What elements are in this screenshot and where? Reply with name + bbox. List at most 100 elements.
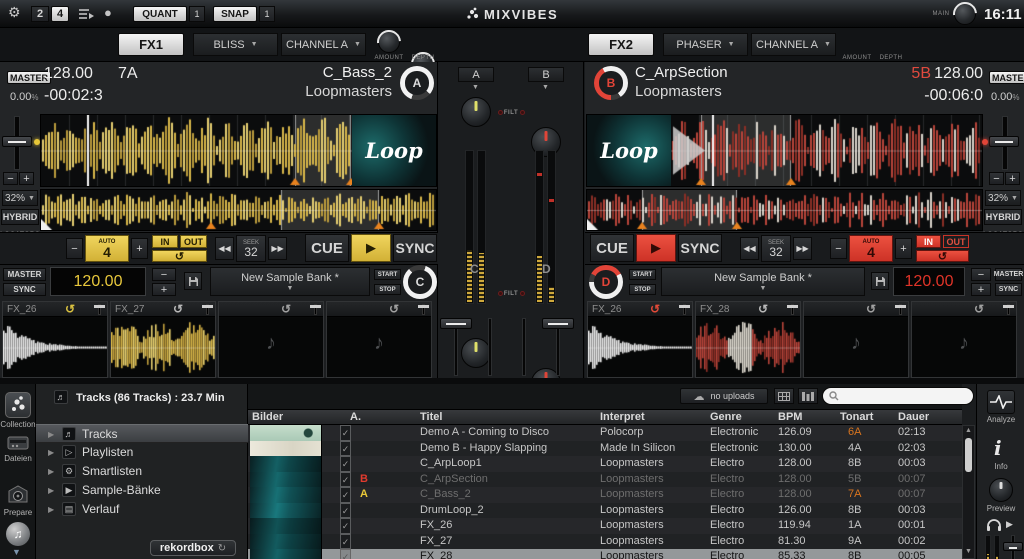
phrase-2-button[interactable]: 2 (31, 6, 49, 22)
deck-a-seek-back-button[interactable]: ◀◀ (215, 237, 234, 260)
preview-fader-handle[interactable] (1003, 542, 1023, 551)
volume-fader-track-2[interactable] (488, 318, 492, 376)
fx2-effect-select[interactable]: PHASER▼ (663, 33, 748, 56)
info-icon[interactable]: i (994, 436, 1002, 460)
deck-b-sync-button[interactable]: SYNC (678, 234, 722, 262)
preview-volume-knob[interactable] (989, 478, 1013, 502)
pad-waveform[interactable] (111, 318, 215, 377)
column-header-bpm[interactable]: BPM (778, 410, 802, 425)
volume-fader-handle-4[interactable] (542, 318, 574, 329)
deck-a-pitch-minus-button[interactable]: − (3, 172, 18, 185)
deck-b-loop-plus-button[interactable]: + (895, 238, 912, 259)
mixer-filter-knob-c[interactable] (461, 338, 491, 368)
table-row[interactable]: ✓FX_28LoopmastersElectro85.338B00:05 (248, 549, 962, 559)
sampler-d-start-button[interactable]: START (629, 269, 656, 280)
sampler-d-bpm-plus-button[interactable]: + (971, 283, 991, 296)
fx2-button[interactable]: FX2 (588, 33, 654, 56)
pad-loop-icon[interactable]: ↺ (281, 302, 291, 316)
analyze-button[interactable] (987, 390, 1015, 414)
table-row[interactable]: ✓Demo A - Coming to DiscoPolocorpElectro… (248, 425, 962, 441)
column-header-dauer[interactable]: Dauer (898, 410, 929, 425)
sampler-d-bpm-minus-button[interactable]: − (971, 268, 991, 281)
track-checkbox[interactable]: ✓ (340, 441, 351, 457)
deck-a-waveform-overview[interactable] (40, 189, 437, 231)
sampler-c-bpm-plus-button[interactable]: + (152, 283, 176, 296)
sampler-d-bpm-display[interactable]: 120.00 (893, 267, 965, 296)
table-row[interactable]: ✓FX_26LoopmastersElectro119.941A00:01 (248, 518, 962, 534)
pad-loop-icon[interactable]: ↺ (650, 302, 660, 316)
deck-a-pitch-slider-handle[interactable] (2, 136, 32, 147)
deck-b-cue-button[interactable]: CUE (590, 234, 634, 262)
sampler-c-bpm-display[interactable]: 120.00 (50, 267, 146, 296)
sidebar-item-playlisten[interactable]: ▶▷Playlisten (36, 443, 248, 462)
column-header-a[interactable]: A. (350, 410, 361, 425)
column-header-interpret[interactable]: Interpret (600, 410, 645, 425)
sampler-c-pad-1[interactable]: FX_26↺ (2, 301, 108, 378)
pad-volume-handle[interactable] (94, 305, 105, 308)
column-header-tonart[interactable]: Tonart (840, 410, 873, 425)
column-header-bilder[interactable]: Bilder (252, 410, 283, 425)
sampler-d-pad-2[interactable]: FX_28↺ (695, 301, 801, 378)
deck-a-seek-fwd-button[interactable]: ▶▶ (268, 237, 287, 260)
sampler-c-pad-2[interactable]: FX_27↺ (110, 301, 216, 378)
sampler-c-save-button[interactable] (184, 272, 202, 290)
pad-volume-handle[interactable] (679, 305, 690, 308)
quant-value[interactable]: 1 (189, 6, 205, 22)
mixer-channel-b-select[interactable]: B (528, 67, 564, 82)
grid-view-button[interactable] (774, 388, 794, 404)
deck-b-mode-button[interactable]: HYBRID (984, 209, 1022, 225)
pad-volume-handle[interactable] (787, 305, 798, 308)
deck-a-autoloop-button[interactable]: AUTO 4 (85, 235, 129, 262)
fx1-effect-select[interactable]: BLISS▼ (193, 33, 278, 56)
pad-volume-handle[interactable] (1003, 305, 1014, 308)
sampler-d-stop-button[interactable]: STOP (629, 284, 656, 295)
sampler-c-badge[interactable]: C (403, 265, 437, 299)
rekordbox-button[interactable]: rekordbox ↻ (150, 540, 236, 556)
track-checkbox[interactable]: ✓ (340, 534, 351, 550)
track-checkbox[interactable]: ✓ (340, 472, 351, 488)
pad-loop-icon[interactable]: ↺ (173, 302, 183, 316)
deck-b-loop-toggle-button[interactable]: ↺ (916, 250, 969, 262)
scroll-down-icon[interactable]: ▼ (965, 548, 972, 555)
pad-volume-handle[interactable] (310, 305, 321, 308)
sampler-c-pad-4[interactable]: ↺♪ (326, 301, 432, 378)
mixer-filter-knob-a[interactable] (461, 97, 491, 127)
table-row[interactable]: ✓FX_27LoopmastersElectro81.309A00:02 (248, 534, 962, 550)
pad-loop-icon[interactable]: ↺ (65, 302, 75, 316)
main-volume-knob[interactable] (954, 3, 976, 25)
sampler-d-sync-button[interactable]: SYNC (995, 283, 1022, 296)
deck-a-mode-button[interactable]: HYBRID (1, 209, 39, 225)
pad-waveform[interactable] (696, 318, 800, 377)
list-view-button[interactable] (798, 388, 818, 404)
pad-loop-icon[interactable]: ↺ (758, 302, 768, 316)
track-checkbox[interactable]: ✓ (340, 425, 351, 441)
sidebar-item-verlauf[interactable]: ▶▤Verlauf (36, 500, 248, 519)
snap-button[interactable]: SNAP (213, 6, 257, 22)
deck-a-loop-in-button[interactable]: IN (152, 235, 178, 248)
sampler-d-badge[interactable]: D (589, 265, 623, 299)
mixer-channel-a-select[interactable]: A (458, 67, 494, 82)
deck-a-sync-button[interactable]: SYNC (393, 234, 437, 262)
tree-expander-icon[interactable]: ▶ (48, 448, 54, 457)
deck-b-autoloop-button[interactable]: AUTO 4 (849, 235, 893, 262)
volume-fader-handle-1[interactable] (440, 318, 472, 329)
track-checkbox[interactable]: ✓ (340, 456, 351, 472)
tree-expander-icon[interactable]: ▶ (48, 505, 54, 514)
sampler-d-bank-select[interactable]: New Sample Bank *▼ (661, 267, 865, 296)
tree-expander-icon[interactable]: ▶ (48, 486, 54, 495)
pad-loop-icon[interactable]: ↺ (389, 302, 399, 316)
deck-a-loop-minus-button[interactable]: − (66, 238, 83, 259)
deck-b-loop-minus-button[interactable]: − (830, 238, 847, 259)
pad-waveform[interactable] (3, 318, 107, 377)
table-row[interactable]: ✓DrumLoop_2LoopmastersElectro126.008B00:… (248, 503, 962, 519)
deck-b-seek-fwd-button[interactable]: ▶▶ (793, 237, 812, 260)
pad-loop-icon[interactable]: ↺ (866, 302, 876, 316)
pad-waveform[interactable] (588, 318, 692, 377)
deck-b-waveform-overview[interactable] (586, 189, 983, 231)
pad-volume-handle[interactable] (895, 305, 906, 308)
tree-expander-icon[interactable]: ▶ (48, 430, 54, 439)
sampler-d-master-button[interactable]: MASTER (995, 268, 1022, 281)
deck-b-waveform-main[interactable]: Loop (586, 114, 983, 187)
deck-a-waveform-main[interactable]: Loop (40, 114, 437, 187)
track-checkbox[interactable]: ✓ (340, 549, 351, 559)
